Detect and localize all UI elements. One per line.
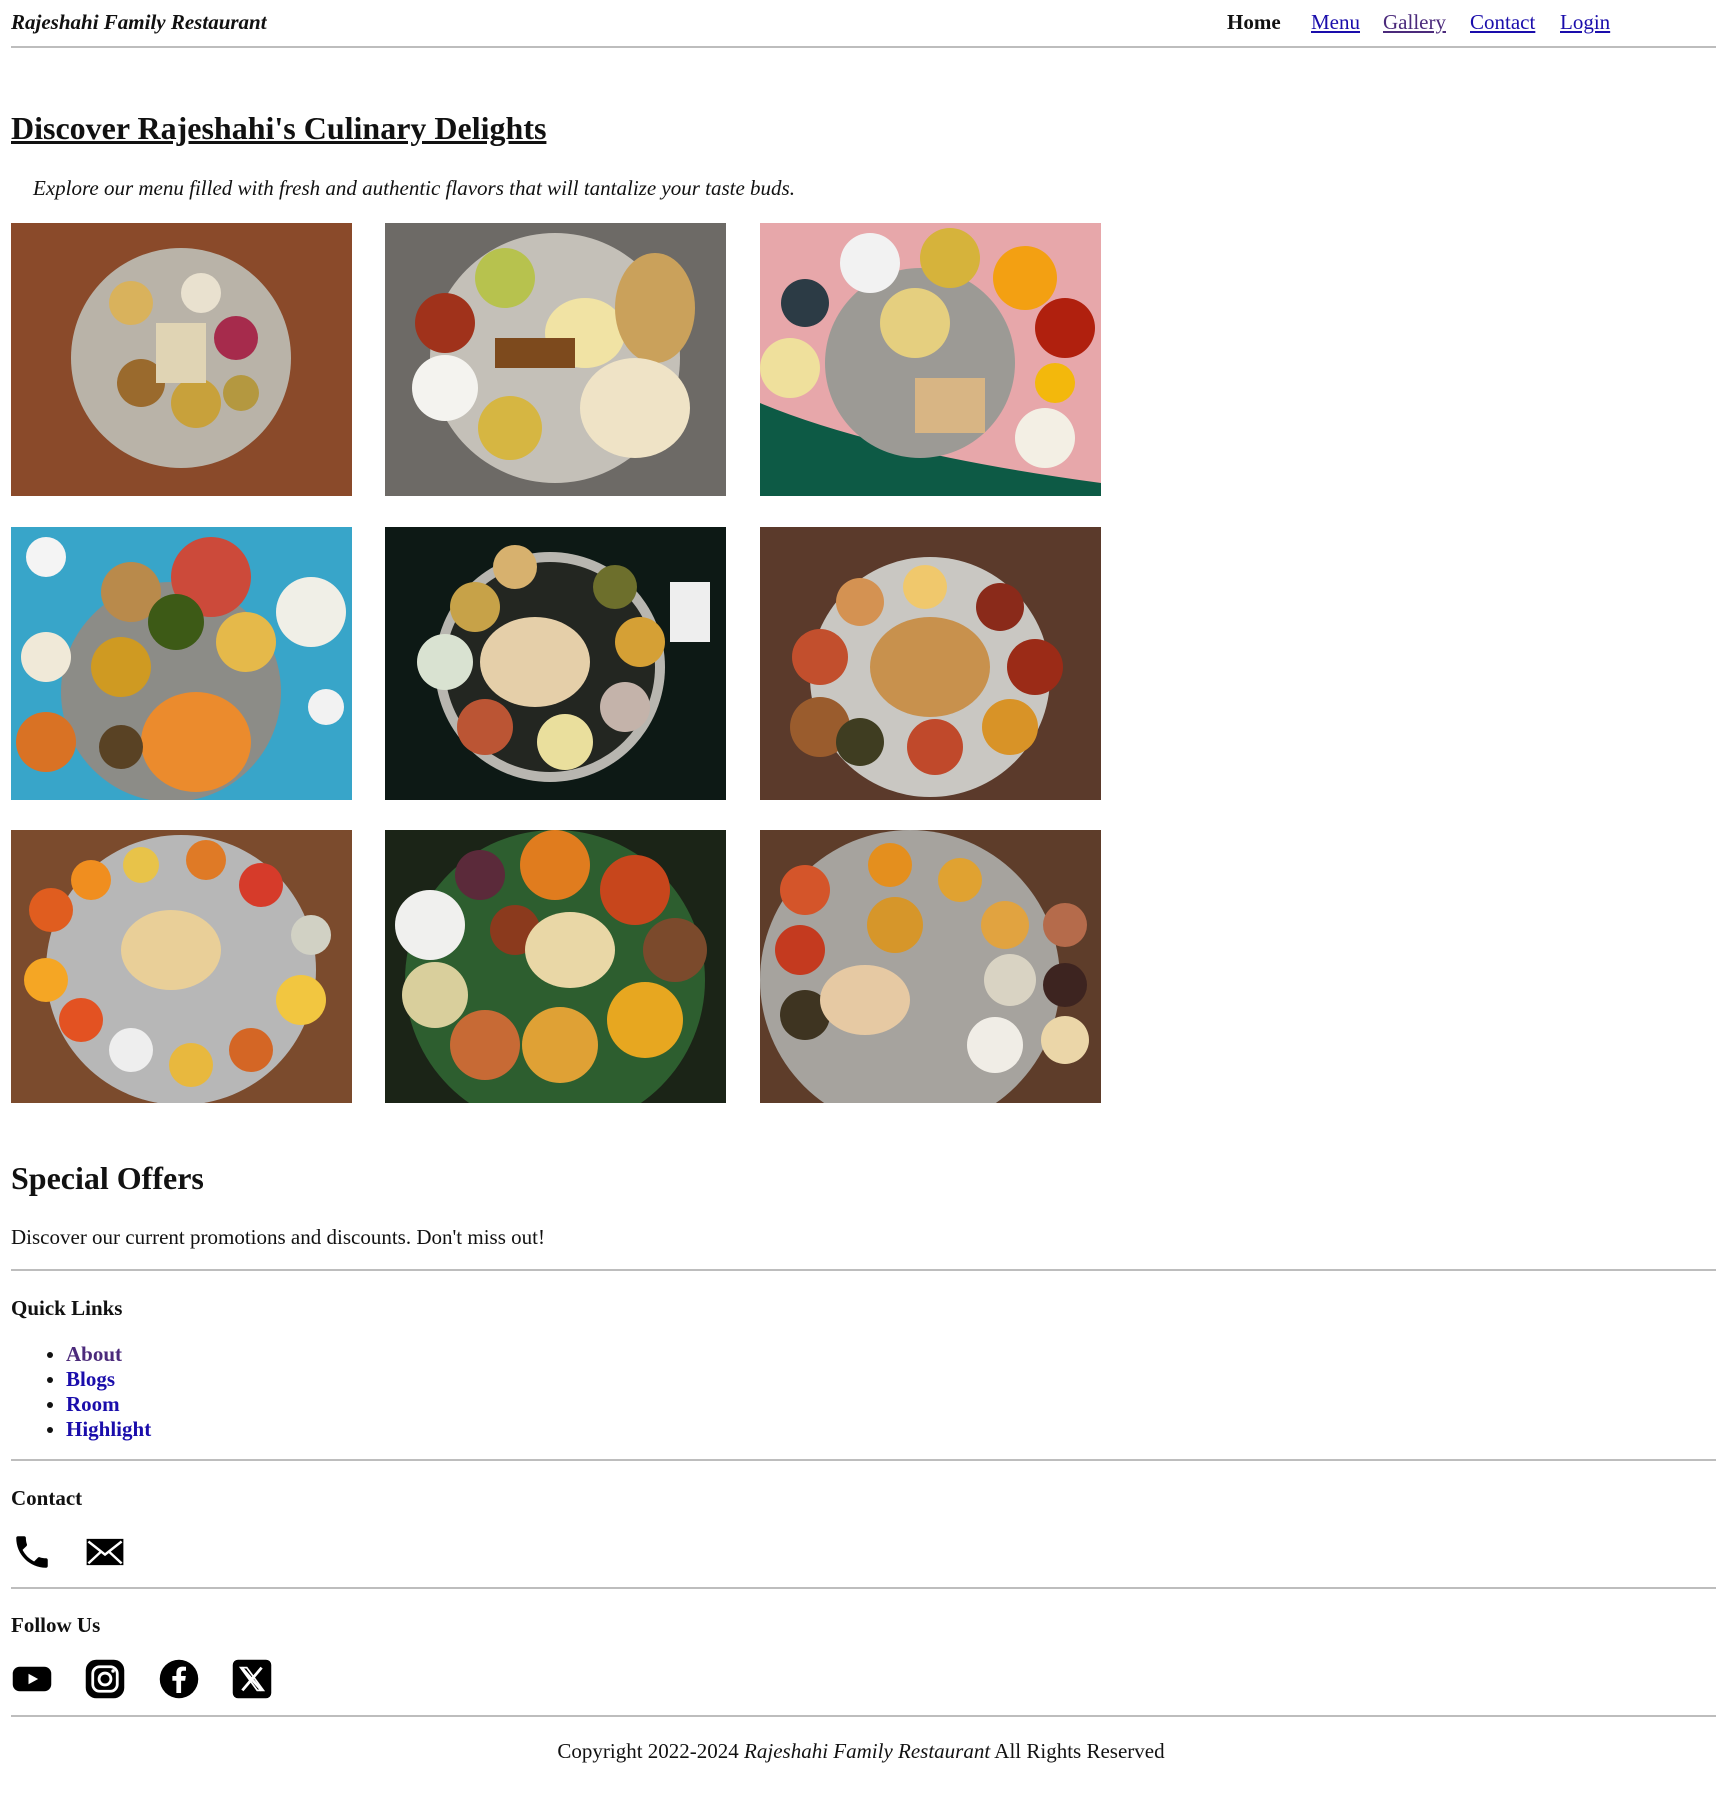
gallery-image[interactable] [11, 830, 352, 1103]
site-header: Rajeshahi Family Restaurant Home Menu Ga… [11, 0, 1716, 48]
follow-us-title: Follow Us [11, 1613, 101, 1637]
youtube-icon[interactable] [11, 1658, 53, 1700]
gallery-image[interactable] [385, 830, 726, 1103]
copyright-prefix: Copyright 2022-2024 [557, 1739, 739, 1763]
footer-copyright: Copyright 2022-2024 Rajeshahi Family Res… [0, 1739, 1722, 1764]
nav-home[interactable]: Home [1227, 10, 1281, 35]
link-room[interactable]: Room [66, 1392, 120, 1416]
divider [11, 1459, 1716, 1461]
phone-icon[interactable] [11, 1531, 53, 1573]
gallery-image[interactable] [11, 527, 352, 800]
gallery-image[interactable] [760, 223, 1101, 496]
copyright-suffix: All Rights Reserved [994, 1739, 1165, 1763]
link-about[interactable]: About [66, 1342, 122, 1366]
divider [11, 1269, 1716, 1271]
list-item: Blogs [66, 1367, 151, 1392]
brand-name: Rajeshahi Family Restaurant [11, 10, 267, 34]
gallery-image[interactable] [385, 527, 726, 800]
special-offers-title: Special Offers [11, 1160, 204, 1196]
divider [11, 1587, 1716, 1589]
list-item: Room [66, 1392, 151, 1417]
nav-contact[interactable]: Contact [1470, 10, 1535, 35]
gallery-image[interactable] [11, 223, 352, 496]
page-subtitle: Explore our menu filled with fresh and a… [33, 176, 795, 200]
special-offers-text: Discover our current promotions and disc… [11, 1225, 545, 1249]
mail-icon[interactable] [84, 1531, 126, 1573]
list-item: Highlight [66, 1417, 151, 1442]
copyright-brand: Rajeshahi Family Restaurant [744, 1739, 991, 1763]
divider [11, 1715, 1716, 1717]
contact-title: Contact [11, 1486, 83, 1510]
quick-links-title: Quick Links [11, 1296, 123, 1320]
instagram-icon[interactable] [84, 1658, 126, 1700]
gallery-image[interactable] [385, 223, 726, 496]
gallery-image[interactable] [760, 527, 1101, 800]
link-highlight[interactable]: Highlight [66, 1417, 151, 1441]
list-item: About [66, 1342, 151, 1367]
nav-gallery[interactable]: Gallery [1383, 10, 1446, 35]
facebook-icon[interactable] [158, 1658, 200, 1700]
link-blogs[interactable]: Blogs [66, 1367, 115, 1391]
nav-login[interactable]: Login [1560, 10, 1610, 35]
nav-menu[interactable]: Menu [1311, 10, 1360, 35]
page-title: Discover Rajeshahi's Culinary Delights [11, 110, 547, 146]
quick-links-list: About Blogs Room Highlight [11, 1342, 151, 1442]
gallery-image[interactable] [760, 830, 1101, 1103]
x-icon[interactable] [231, 1658, 273, 1700]
